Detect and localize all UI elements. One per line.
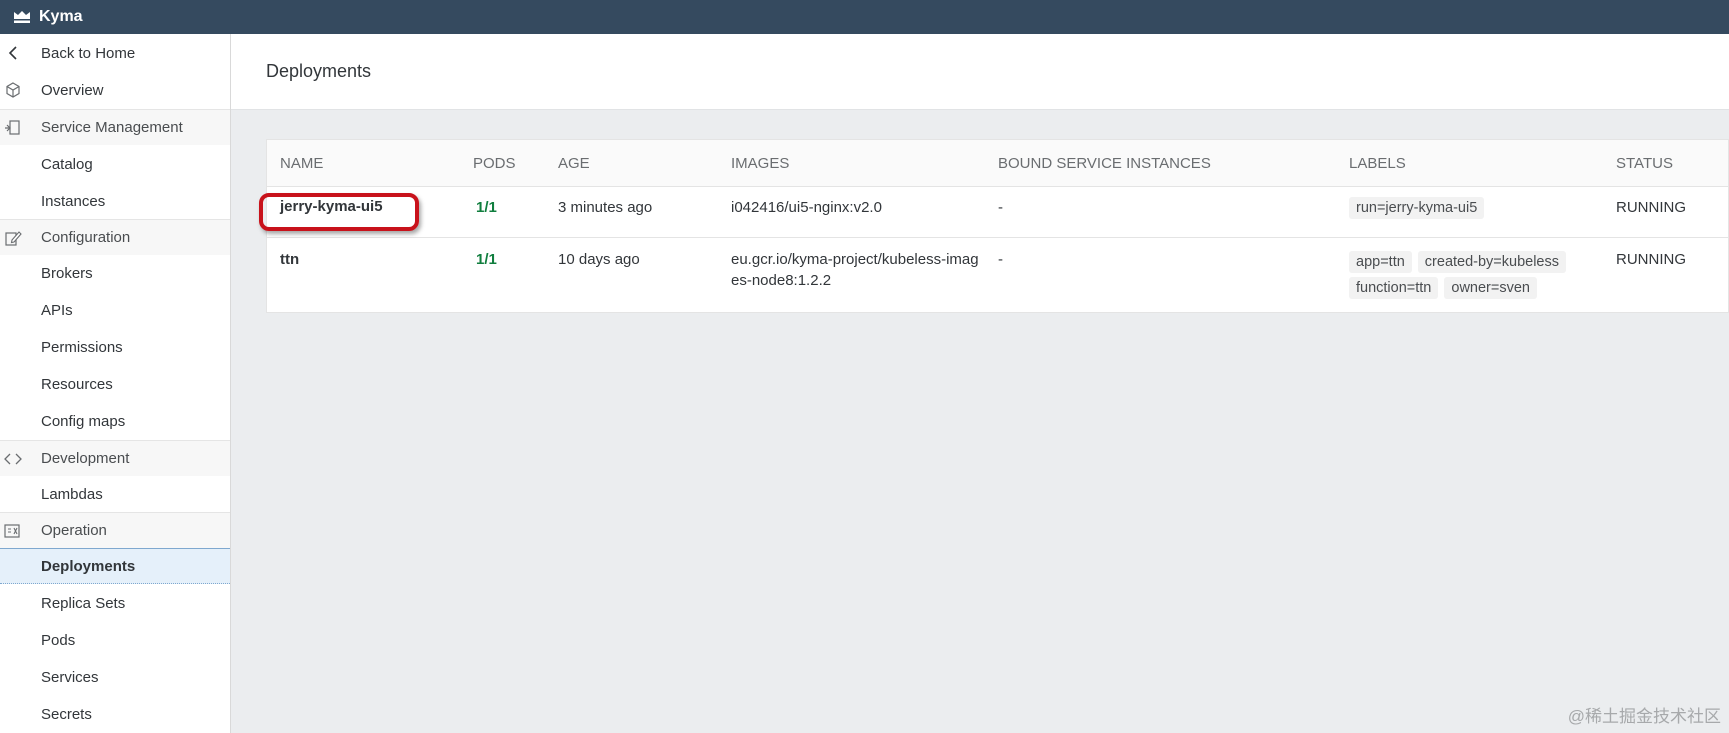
sidebar-section-label: Operation [41, 522, 107, 539]
pods-count: 1/1 [476, 251, 497, 268]
sidebar-section-operation[interactable]: Operation [0, 512, 230, 548]
sidebar-section-development[interactable]: Development [0, 440, 230, 476]
sidebar-item-label: Pods [41, 631, 76, 649]
sidebar-item-config-maps[interactable]: Config maps [0, 403, 230, 439]
sidebar-item-label: Lambdas [41, 485, 103, 503]
back-to-home-label: Back to Home [41, 44, 136, 62]
sidebar-item-apis[interactable]: APIs [0, 292, 230, 328]
sidebar-item-secrets[interactable]: Secrets [0, 696, 230, 732]
pods-count: 1/1 [476, 199, 497, 216]
sidebar-item-label: Catalog [41, 155, 93, 173]
table-header-row: NAME PODS AGE IMAGES BOUND SERVICE INSTA… [267, 140, 1728, 187]
sidebar-item-permissions[interactable]: Permissions [0, 329, 230, 365]
sidebar-item-replica-sets[interactable]: Replica Sets [0, 585, 230, 621]
image-value: eu.gcr.io/kyma-project/kubeless-images-n… [731, 251, 979, 289]
label-chip: app=ttn [1349, 251, 1412, 273]
bound-instances-value: - [998, 199, 1003, 216]
sidebar-item-label: Secrets [41, 705, 92, 723]
sidebar-section-label: Service Management [41, 119, 183, 136]
column-header-bound-service-instances[interactable]: BOUND SERVICE INSTANCES [998, 155, 1211, 172]
status-value: RUNNING [1616, 199, 1686, 216]
sidebar-item-label: Deployments [41, 557, 136, 575]
sidebar-item-label: Config maps [41, 412, 126, 430]
sidebar-section-label: Configuration [41, 229, 131, 246]
annotation-highlight [259, 193, 419, 231]
sidebar-section-configuration[interactable]: Configuration [0, 219, 230, 255]
age-value: 10 days ago [558, 251, 640, 268]
column-header-age[interactable]: AGE [558, 155, 590, 172]
column-header-pods[interactable]: PODS [473, 155, 516, 172]
cube-icon [4, 81, 22, 99]
sidebar-item-label: Resources [41, 375, 113, 393]
sidebar-item-resources[interactable]: Resources [0, 366, 230, 402]
table-row[interactable]: jerry-kyma-ui5 1/1 3 minutes ago i042416… [267, 186, 1728, 238]
page-header: Deployments [231, 34, 1729, 110]
deployments-table: NAME PODS AGE IMAGES BOUND SERVICE INSTA… [266, 139, 1729, 313]
age-value: 3 minutes ago [558, 199, 653, 216]
labels-list: run=jerry-kyma-ui5 [1349, 197, 1599, 219]
kyma-logo-icon[interactable] [13, 9, 31, 25]
sidebar-item-overview[interactable]: Overview [0, 72, 230, 108]
sidebar-item-label: Instances [41, 192, 106, 210]
column-header-labels[interactable]: LABELS [1349, 155, 1406, 172]
column-header-images[interactable]: IMAGES [731, 155, 789, 172]
code-icon [4, 450, 22, 468]
sidebar: Back to Home Overview Service Management… [0, 34, 231, 733]
image-value: i042416/ui5-nginx:v2.0 [731, 199, 882, 216]
sidebar-item-brokers[interactable]: Brokers [0, 255, 230, 291]
column-header-status[interactable]: STATUS [1616, 155, 1673, 172]
sidebar-item-label: APIs [41, 301, 73, 319]
service-icon [4, 119, 22, 137]
shell-bar: Kyma [0, 0, 1729, 34]
sidebar-item-label: Replica Sets [41, 594, 126, 612]
sidebar-item-lambdas[interactable]: Lambdas [0, 476, 230, 512]
label-chip: created-by=kubeless [1417, 251, 1566, 273]
column-header-name[interactable]: NAME [280, 155, 323, 172]
table-row[interactable]: ttn 1/1 10 days ago eu.gcr.io/kyma-proje… [267, 238, 1728, 313]
watermark-text: @稀土掘金技术社区 [1567, 707, 1721, 726]
status-value: RUNNING [1616, 251, 1686, 268]
label-chip: run=jerry-kyma-ui5 [1349, 197, 1485, 219]
sidebar-section-label: Development [41, 450, 130, 467]
page-title: Deployments [266, 61, 372, 81]
sidebar-item-label: Services [41, 668, 99, 686]
sidebar-item-label: Permissions [41, 338, 123, 356]
sidebar-item-label: Brokers [41, 264, 93, 282]
bound-instances-value: - [998, 251, 1003, 268]
label-chip: function=ttn [1349, 277, 1439, 299]
app-title[interactable]: Kyma [39, 8, 83, 26]
edit-icon [4, 229, 22, 247]
operation-icon [4, 522, 22, 540]
sidebar-section-service-management[interactable]: Service Management [0, 109, 230, 145]
label-chip: owner=sven [1444, 277, 1537, 299]
back-to-home-link[interactable]: Back to Home [0, 35, 230, 71]
sidebar-item-label: Overview [41, 81, 104, 99]
sidebar-item-catalog[interactable]: Catalog [0, 146, 230, 182]
sidebar-item-deployments[interactable]: Deployments [0, 548, 230, 584]
deployment-name-link[interactable]: ttn [280, 249, 299, 270]
sidebar-item-services[interactable]: Services [0, 659, 230, 695]
chevron-left-icon [4, 44, 22, 62]
sidebar-item-instances[interactable]: Instances [0, 183, 230, 219]
labels-list: app=ttn created-by=kubeless function=ttn… [1349, 251, 1599, 299]
sidebar-item-pods[interactable]: Pods [0, 622, 230, 658]
